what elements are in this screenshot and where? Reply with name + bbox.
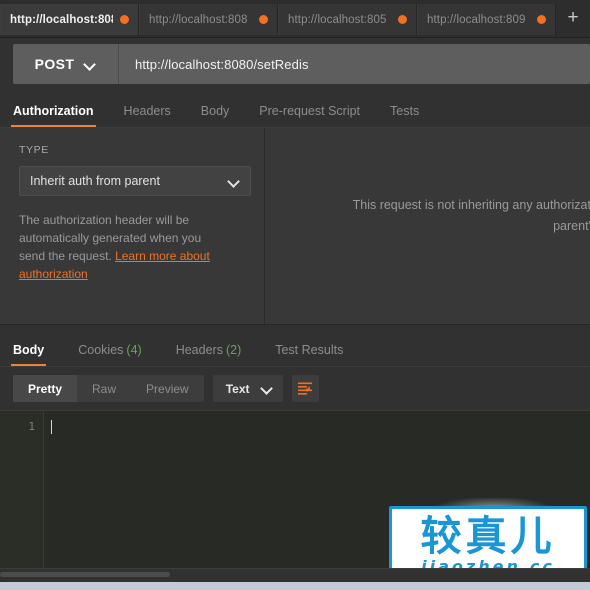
response-tab-cookies[interactable]: Cookies (4): [78, 343, 141, 366]
http-method-dropdown[interactable]: POST: [13, 44, 119, 84]
response-tab-label: Test Results: [275, 343, 344, 357]
request-tab-label: http://localhost:808: [10, 13, 113, 26]
unsaved-dot-icon[interactable]: [120, 15, 129, 24]
auth-type-label: TYPE: [19, 144, 49, 156]
unsaved-dot-icon[interactable]: [537, 15, 546, 24]
view-mode-raw[interactable]: Raw: [77, 375, 131, 402]
cookies-count-badge: (4): [126, 343, 142, 357]
response-tab-label: Cookies: [78, 343, 124, 357]
auth-config-column: TYPE Inherit auth from parent The author…: [0, 128, 265, 324]
new-tab-button[interactable]: +: [556, 0, 590, 37]
request-tab-4[interactable]: http://localhost:809: [417, 4, 556, 35]
authorization-panel: TYPE Inherit auth from parent The author…: [0, 128, 590, 324]
text-caret: [51, 420, 52, 434]
view-mode-segmented-control: Pretty Raw Preview: [13, 375, 204, 402]
request-tab-bar: http://localhost:808 http://localhost:80…: [0, 0, 590, 38]
unsaved-dot-icon[interactable]: [259, 15, 268, 24]
chevron-down-icon: [262, 383, 273, 394]
response-tab-label: Headers: [175, 343, 223, 357]
http-method-label: POST: [34, 56, 75, 72]
chevron-down-icon: [85, 59, 96, 70]
auth-type-select[interactable]: Inherit auth from parent: [19, 166, 251, 196]
tab-tests[interactable]: Tests: [390, 104, 419, 127]
unsaved-dot-icon[interactable]: [398, 15, 407, 24]
scrollbar-thumb[interactable]: [0, 572, 170, 577]
view-mode-preview[interactable]: Preview: [131, 375, 204, 402]
word-wrap-button[interactable]: [291, 375, 319, 402]
tab-body[interactable]: Body: [201, 104, 230, 127]
horizontal-scrollbar[interactable]: [0, 568, 590, 582]
response-tab-test-results[interactable]: Test Results: [275, 343, 343, 366]
request-tab-3[interactable]: http://localhost:805: [278, 4, 417, 35]
editor-gutter: 1: [0, 411, 44, 568]
postman-window: http://localhost:808 http://localhost:80…: [0, 0, 590, 590]
request-tab-label: http://localhost:805: [288, 13, 387, 26]
auth-help-text: The authorization header will be automat…: [19, 211, 219, 283]
response-tab-headers[interactable]: Headers (2): [176, 343, 242, 366]
response-format-dropdown[interactable]: Text: [212, 375, 283, 402]
response-tab-label: Body: [13, 343, 45, 357]
response-section-tabs: Body Cookies (4) Headers (2) Test Results: [0, 324, 590, 367]
view-mode-pretty[interactable]: Pretty: [13, 375, 78, 402]
request-tab-1[interactable]: http://localhost:808: [0, 4, 139, 35]
auth-notice-line-1: This request is not inheriting any autho…: [352, 198, 590, 212]
response-body-editor[interactable]: 1: [0, 410, 590, 568]
tab-headers[interactable]: Headers: [124, 104, 171, 127]
tab-pre-request-script[interactable]: Pre-request Script: [259, 104, 360, 127]
request-tab-label: http://localhost:808: [149, 13, 248, 26]
url-bar: POST http://localhost:8080/setRedis: [0, 38, 590, 90]
request-tab-2[interactable]: http://localhost:808: [139, 4, 278, 35]
request-section-tabs: Authorization Headers Body Pre-request S…: [0, 90, 590, 128]
window-footer-strip: [0, 582, 590, 590]
tab-authorization[interactable]: Authorization: [11, 104, 96, 127]
auth-notice-column: This request is not inheriting any autho…: [265, 128, 590, 324]
line-number: 1: [28, 420, 35, 433]
response-format-value: Text: [225, 381, 250, 396]
request-tab-label: http://localhost:809: [427, 13, 526, 26]
headers-count-badge: (2): [225, 343, 242, 357]
word-wrap-icon: [297, 382, 312, 395]
response-tab-body[interactable]: Body: [10, 343, 47, 366]
auth-type-value: Inherit auth from parent: [30, 174, 160, 188]
editor-code-area[interactable]: [44, 411, 590, 568]
auth-inherit-notice: This request is not inheriting any autho…: [295, 195, 590, 237]
url-input[interactable]: http://localhost:8080/setRedis: [119, 44, 590, 84]
chevron-down-icon: [229, 176, 240, 187]
auth-notice-line-2: parent's auth: [553, 219, 590, 233]
response-body-toolbar: Pretty Raw Preview Text: [0, 367, 590, 410]
